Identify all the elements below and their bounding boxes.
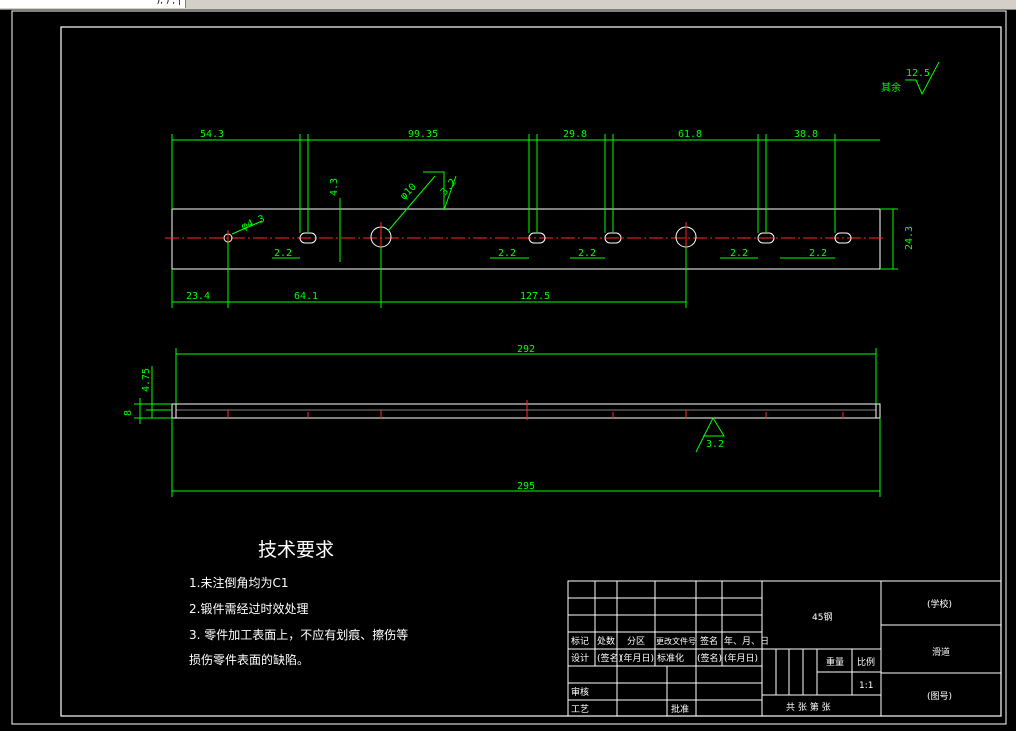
roughness-other-value: 12.5: [906, 68, 930, 79]
cad-drawing-canvas: 其余 12.5 54.3 99.35 29.8 61.8 38.8 4.3 φ1…: [11, 10, 1007, 725]
row2-col4: 标准化: [657, 652, 684, 664]
row1-col4: 更改文件号: [656, 636, 696, 646]
part-name: 滑道: [932, 646, 950, 658]
dim-slot-3: 2.2: [578, 248, 596, 259]
row1-col2: 处数: [597, 635, 615, 647]
tech-req-item-1: 1.未注倒角均为C1: [189, 575, 288, 590]
side-view-outline: [171, 403, 881, 419]
row2-col6: (年月日): [724, 652, 758, 664]
material: 45钢: [812, 611, 832, 623]
school: (学校): [927, 598, 952, 610]
dim-slot-4: 2.2: [730, 248, 748, 259]
tech-req-item-4: 损伤零件表面的缺陷。: [189, 652, 309, 667]
row1-col5: 签名: [700, 635, 718, 647]
dim-inner-length: 292: [517, 344, 535, 355]
roughness-bottom-value: 3.2: [706, 439, 724, 450]
row1-col6: 年、月、日: [724, 635, 769, 647]
scale-value: 1:1: [859, 681, 873, 691]
dim-29-8: 29.8: [563, 129, 587, 140]
row2-col2: (签名): [597, 652, 622, 664]
dim-54-3: 54.3: [200, 129, 224, 140]
review-label: 审核: [571, 686, 589, 698]
weight-label: 重量: [826, 656, 844, 668]
dim-sub-thickness: 4.75: [141, 368, 152, 392]
approve-label: 批准: [671, 703, 689, 715]
sheet-count: 共 张 第 张: [786, 701, 831, 713]
dim-64-1: 64.1: [294, 291, 318, 302]
dim-small-hole: φ4.3: [240, 214, 266, 233]
roughness-symbol-other: 其余 12.5: [881, 61, 940, 96]
dim-thickness: 8: [123, 410, 134, 416]
tech-req-title: 技术要求: [258, 539, 334, 561]
dim-61-8: 61.8: [678, 129, 702, 140]
dim-slot-1: 2.2: [274, 248, 292, 259]
scale-label: 比例: [857, 656, 875, 668]
dim-127-5: 127.5: [520, 291, 550, 302]
row1-col3: 分区: [627, 636, 645, 647]
side-view: 292 295 8 4.75 3.2: [123, 344, 881, 497]
row2-col5: (签名): [697, 652, 722, 664]
roughness-other-label: 其余: [881, 81, 901, 94]
dim-99-35: 99.35: [408, 129, 438, 140]
row1-col1: 标记: [571, 635, 589, 647]
top-view: 54.3 99.35 29.8 61.8 38.8 4.3 φ10 3.2 φ4…: [165, 129, 915, 308]
row2-col1: 设计: [571, 652, 589, 664]
dim-outer-length: 295: [517, 481, 535, 492]
technical-requirements: 技术要求 1.未注倒角均为C1 2.锻件需经过时效处理 3. 零件加工表面上，不…: [189, 539, 408, 667]
dim-slot-2: 2.2: [498, 248, 516, 259]
dim-slot-5: 2.2: [809, 248, 827, 259]
process-label: 工艺: [571, 704, 589, 715]
sheet-outer-border: [11, 10, 1007, 725]
drawing-number: (图号): [927, 691, 952, 702]
dim-38-8: 38.8: [794, 129, 818, 140]
dim-hole-offset: 4.3: [329, 178, 340, 196]
tech-req-item-3: 3. 零件加工表面上，不应有划痕、擦伤等: [189, 627, 408, 642]
top-dimension-chain: [171, 134, 880, 233]
tech-req-item-2: 2.锻件需经过时效处理: [189, 601, 308, 616]
roughness-top-value: 3.2: [439, 177, 459, 198]
row2-col3: (年月日): [620, 652, 654, 664]
dim-23-4: 23.4: [186, 291, 210, 302]
dim-width: 24.3: [904, 226, 915, 250]
